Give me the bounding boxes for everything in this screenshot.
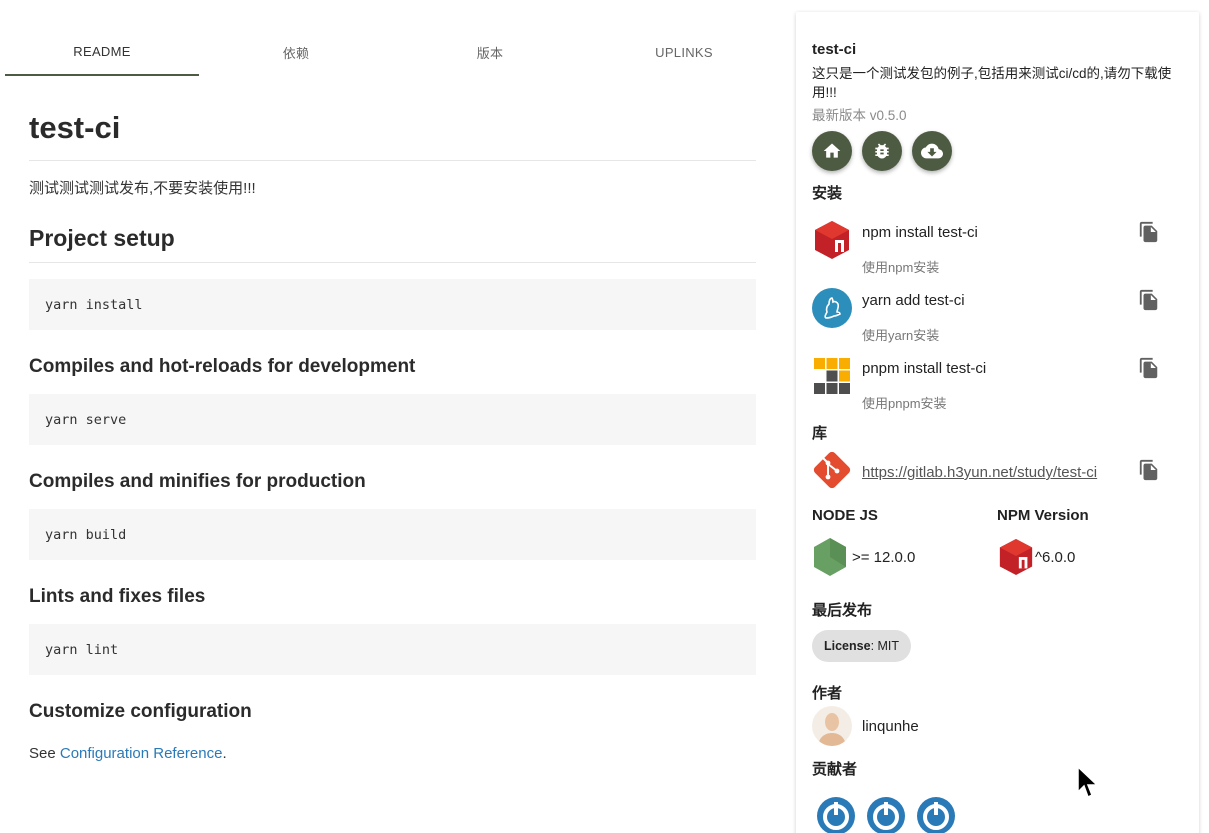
contributor-avatar-icon[interactable] (866, 796, 906, 833)
code-block-build: yarn build (29, 509, 756, 560)
install-row-pnpm: pnpm install test-ci 使用pnpm安装 (812, 356, 1172, 416)
heading-prod: Compiles and minifies for production (29, 471, 366, 492)
license-chip[interactable]: License: MIT (812, 630, 912, 662)
yarn-icon (812, 288, 852, 328)
code-block-lint: yarn lint (29, 624, 756, 675)
readme-description: 测试测试测试发布,不要安装使用!!! (29, 180, 256, 197)
install-command-yarn: yarn add test-ci (862, 292, 965, 309)
node-label: NODE JS (812, 507, 878, 524)
bug-icon (875, 143, 889, 159)
install-command-npm: npm install test-ci (862, 224, 978, 241)
see-suffix: . (222, 745, 227, 762)
nodejs-icon (814, 538, 846, 576)
latest-version: 最新版本 v0.5.0 (812, 108, 907, 123)
heading-lint: Lints and fixes files (29, 586, 206, 607)
install-hint-pnpm: 使用pnpm安装 (862, 396, 947, 411)
tab-versions[interactable]: 版本 (393, 28, 587, 76)
contributor-avatar-icon[interactable] (816, 796, 856, 833)
author-label: 作者 (812, 685, 843, 702)
install-row-npm: npm install test-ci 使用npm安装 (812, 220, 1172, 280)
contributor-avatar-icon[interactable] (916, 796, 956, 833)
mouse-cursor-icon (1077, 766, 1099, 799)
copy-icon[interactable] (1138, 356, 1160, 380)
package-description: 这只是一个测试发包的例子,包括用来测试ci/cd的,请勿下载使用!!! (812, 66, 1172, 100)
node-version: >= 12.0.0 (852, 548, 916, 566)
code-block-serve: yarn serve (29, 394, 756, 445)
tab-dependencies[interactable]: 依赖 (199, 28, 393, 76)
config-reference-link[interactable]: Configuration Reference (60, 745, 223, 762)
readme-title: test-ci (29, 108, 756, 161)
contributors-list (816, 796, 956, 833)
cloud-download-icon (921, 143, 943, 159)
bugs-button[interactable] (862, 131, 902, 171)
npm-icon (999, 538, 1033, 576)
contributors-label: 贡献者 (812, 761, 858, 778)
license-value: : MIT (870, 639, 900, 653)
action-buttons (812, 131, 952, 171)
repository-label: 库 (812, 425, 828, 442)
package-name: test-ci (812, 41, 857, 58)
author-avatar-icon (812, 706, 852, 746)
package-sidebar: test-ci 这只是一个测试发包的例子,包括用来测试ci/cd的,请勿下载使用… (796, 12, 1199, 833)
download-button[interactable] (912, 131, 952, 171)
last-publish-label: 最后发布 (812, 602, 873, 619)
copy-icon[interactable] (1138, 458, 1160, 482)
npm-engine: ^6.0.0 (997, 537, 1075, 577)
npm-version-label: NPM Version (997, 507, 1089, 524)
copy-icon[interactable] (1138, 220, 1160, 244)
see-prefix: See (29, 745, 60, 762)
npm-icon (815, 221, 849, 259)
license-key: License (824, 639, 871, 653)
repository-row: https://gitlab.h3yun.net/study/test-ci (812, 450, 1172, 492)
heading-dev: Compiles and hot-reloads for development (29, 356, 416, 377)
code-block-install: yarn install (29, 279, 756, 330)
homepage-button[interactable] (812, 131, 852, 171)
install-label: 安装 (812, 185, 843, 202)
repository-link[interactable]: https://gitlab.h3yun.net/study/test-ci (862, 464, 1126, 481)
readme-panel: README 依赖 版本 UPLINKS test-ci 测试测试测试发布,不要… (0, 0, 780, 833)
readme-content: test-ci 测试测试测试发布,不要安装使用!!! Project setup… (29, 108, 756, 762)
git-icon (813, 451, 851, 489)
home-icon (823, 143, 841, 158)
install-row-yarn: yarn add test-ci 使用yarn安装 (812, 288, 1172, 348)
tab-bar: README 依赖 版本 UPLINKS (5, 28, 781, 78)
heading-config: Customize configuration (29, 701, 252, 722)
author-name: linqunhe (862, 717, 919, 735)
author-row: linqunhe (812, 706, 919, 746)
pnpm-icon (814, 358, 850, 394)
config-paragraph: See Configuration Reference. (29, 745, 756, 762)
avatar (812, 706, 852, 746)
install-command-pnpm: pnpm install test-ci (862, 360, 987, 377)
heading-project-setup: Project setup (29, 225, 756, 263)
tab-uplinks[interactable]: UPLINKS (587, 28, 781, 76)
install-hint-yarn: 使用yarn安装 (862, 328, 940, 343)
npm-version: ^6.0.0 (1035, 548, 1076, 566)
node-engine: >= 12.0.0 (812, 537, 915, 577)
copy-icon[interactable] (1138, 288, 1160, 312)
install-hint-npm: 使用npm安装 (862, 260, 940, 275)
tab-readme[interactable]: README (5, 28, 199, 76)
